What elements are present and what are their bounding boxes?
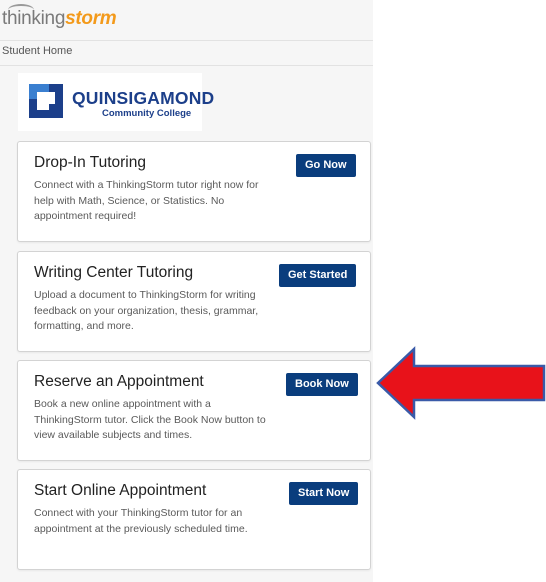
logo-text-thinking: thinking — [2, 8, 66, 29]
school-emblem-icon — [29, 84, 63, 118]
logo-text-storm: storm — [65, 8, 117, 29]
card-start-online-appointment: Start Online Appointment Connect with yo… — [17, 469, 371, 570]
go-now-button[interactable]: Go Now — [296, 154, 356, 177]
school-logo: QUINSIGAMOND Community College — [18, 73, 214, 131]
card-reserve-appointment: Reserve an Appointment Book a new online… — [17, 360, 371, 461]
school-subtitle: Community College — [102, 108, 192, 119]
breadcrumb-bar: Student Home — [0, 41, 373, 66]
card-title: Reserve an Appointment — [34, 373, 204, 390]
red-pointer-arrow-icon — [376, 346, 546, 420]
get-started-button[interactable]: Get Started — [279, 264, 357, 287]
student-home-panel: thinkingstorm Student Home QUINSIGAMOND … — [0, 0, 373, 582]
card-title: Drop-In Tutoring — [34, 154, 146, 171]
card-title: Writing Center Tutoring — [34, 264, 194, 281]
card-description: Upload a document to ThinkingStorm for w… — [34, 289, 259, 332]
breadcrumb[interactable]: Student Home — [2, 45, 72, 57]
card-description: Connect with a ThinkingStorm tutor right… — [34, 179, 259, 222]
school-name: QUINSIGAMOND — [72, 88, 215, 108]
top-bar: thinkingstorm — [0, 0, 373, 41]
card-drop-in-tutoring: Drop-In Tutoring Connect with a Thinking… — [17, 141, 371, 242]
start-now-button[interactable]: Start Now — [289, 482, 359, 505]
card-description: Connect with your ThinkingStorm tutor fo… — [34, 507, 248, 535]
card-title: Start Online Appointment — [34, 482, 207, 499]
card-description: Book a new online appointment with a Thi… — [34, 398, 266, 441]
card-writing-center-tutoring: Writing Center Tutoring Upload a documen… — [17, 251, 371, 352]
thinkingstorm-logo[interactable]: thinkingstorm — [2, 8, 117, 30]
book-now-button[interactable]: Book Now — [286, 373, 358, 396]
